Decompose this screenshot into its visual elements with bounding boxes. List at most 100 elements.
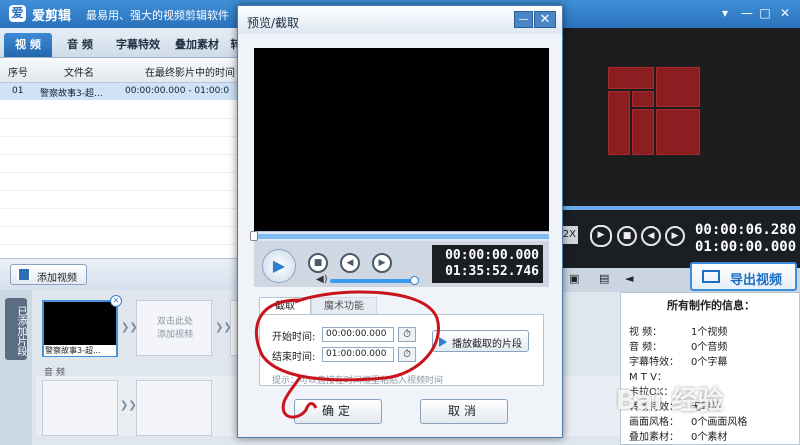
grid-line [0, 208, 250, 209]
grid-line [0, 118, 250, 119]
info-row: 字幕特效： 0个字幕 [629, 357, 728, 368]
seek-fill [254, 234, 549, 239]
video-frame-logo [608, 67, 700, 155]
info-row: 叠加素材： 0个素材 [629, 432, 728, 443]
app-logo: 爱 [9, 5, 26, 22]
info-title: 所有制作的信息： [667, 299, 755, 312]
clip-label: 警察故事3-超... [44, 345, 116, 356]
added-clips-tab[interactable]: 已添加片段 [5, 298, 27, 360]
next-frame-icon[interactable]: ▶ [665, 226, 685, 246]
play-button[interactable]: ▶ [262, 249, 296, 283]
preview-capture-dialog: 预览/截取 — ✕ ▶ ■ ◀ ▶ ◀) 00:00:00.000 01:35:… [237, 5, 563, 438]
audio-placeholder[interactable] [136, 380, 212, 436]
chevron-right-icon: ❯❯ [120, 400, 137, 411]
volume-handle[interactable] [410, 276, 419, 285]
clip-remove-icon[interactable]: ✕ [110, 295, 122, 307]
clock-icon[interactable]: ⏱ [398, 347, 416, 362]
prev-frame-icon[interactable]: ◀ [641, 226, 661, 246]
row-time: 00:00:00.000 - 01:00:0 [125, 86, 230, 96]
time-total: 01:00:00.000 [695, 239, 797, 255]
film-icon [17, 269, 31, 280]
info-row: 音 频： 0个音频 [629, 342, 728, 353]
tab-video[interactable]: 视 频 [4, 33, 52, 57]
add-video-bar: 添加视频 [0, 258, 250, 290]
grid-line [0, 226, 250, 227]
main-tab-bar: 视 频 音 频 字幕特效 叠加素材 转 [0, 28, 250, 58]
info-row: 视 频： 1个视频 [629, 327, 728, 338]
add-video-label: 添加视频 [37, 273, 77, 284]
close-icon[interactable]: ✕ [776, 4, 794, 22]
header-time[interactable]: 在最终影片中的时间 [145, 64, 235, 79]
add-video-button[interactable]: 添加视频 [10, 264, 87, 285]
dialog-time-display: 00:00:00.000 01:35:52.746 [432, 245, 543, 283]
project-icon[interactable]: ▤ [599, 272, 609, 285]
grid-line [0, 154, 250, 155]
speed-button[interactable]: 2X [561, 226, 578, 244]
dialog-seek-bar[interactable] [250, 231, 549, 241]
time-current: 00:00:06.280 [695, 222, 797, 238]
seek-bar[interactable] [561, 206, 800, 210]
grid-line [0, 190, 250, 191]
dialog-video-preview [254, 48, 549, 231]
row-filename: 警察故事3-超... [40, 89, 103, 99]
minimize-icon[interactable]: — [514, 11, 533, 28]
dialog-player-controls: ▶ ■ ◀ ▶ ◀) 00:00:00.000 01:35:52.746 [254, 241, 549, 287]
ok-button[interactable]: 确定 [294, 399, 382, 424]
header-filename[interactable]: 文件名 [64, 64, 94, 79]
minimize-icon[interactable]: — [738, 4, 756, 22]
list-header: 序号 文件名 在最终影片中的时间 [0, 58, 250, 83]
seek-handle[interactable] [250, 231, 258, 241]
stop-icon[interactable]: ■ [617, 226, 637, 246]
app-slogan: 最易用、强大的视频剪辑软件 [86, 9, 229, 22]
play-segment-button[interactable]: 播放截取的片段 [432, 330, 529, 352]
grid-line [0, 136, 250, 137]
volume-icon[interactable]: ◄ [625, 272, 633, 285]
start-time-label: 开始时间: [272, 332, 316, 343]
export-video-button[interactable]: 导出视频 [690, 262, 797, 291]
clip-thumbnail[interactable]: 警察故事3-超... ✕ [42, 295, 122, 357]
start-time-input[interactable]: 00:00:00.000 [322, 327, 394, 342]
main-player-controls: 2X ▶ ■ ◀ ▶ 00:00:06.280 01:00:00.000 [561, 200, 800, 268]
prev-frame-button[interactable]: ◀ [340, 253, 360, 273]
export-icon [702, 270, 720, 283]
play-segment-label: 播放截取的片段 [452, 339, 522, 350]
next-frame-button[interactable]: ▶ [372, 253, 392, 273]
cancel-button[interactable]: 取消 [420, 399, 508, 424]
tab-magic[interactable]: 魔术功能 [311, 297, 377, 315]
app-name: 爱剪辑 [32, 9, 72, 24]
clock-icon[interactable]: ⏱ [398, 327, 416, 342]
play-icon [439, 337, 447, 347]
dialog-title: 预览/截取 [247, 16, 300, 30]
maximize-icon[interactable]: □ [756, 4, 774, 22]
time-display: 00:00:06.280 01:00:00.000 [695, 222, 796, 256]
watermark: Bai 经验 [616, 386, 724, 416]
clip-placeholder[interactable]: 双击此处 添加视频 [136, 300, 212, 356]
skin-icon[interactable]: ▾ [716, 4, 734, 22]
audio-placeholder[interactable] [42, 380, 118, 436]
hint-text: 提示：可以直接在时间框里粘贴入视频时间 [272, 376, 444, 386]
dialog-time-total: 01:35:52.746 [445, 264, 539, 279]
grid-line [0, 172, 250, 173]
end-time-label: 结束时间: [272, 352, 316, 363]
tab-overlay[interactable]: 叠加素材 [170, 33, 224, 57]
close-icon[interactable]: ✕ [534, 11, 556, 28]
play-icon[interactable]: ▶ [590, 225, 612, 247]
video-list: 序号 文件名 在最终影片中的时间 01 警察故事3-超... 00:00:00.… [0, 58, 250, 258]
project-info-panel: 所有制作的信息： 视 频： 1个视频 音 频： 0个音频 字幕特效： 0个字幕 M T… [620, 292, 800, 445]
export-label: 导出视频 [730, 273, 783, 288]
save-icon[interactable]: ▣ [569, 272, 579, 285]
header-index[interactable]: 序号 [8, 64, 28, 79]
main-preview [561, 28, 800, 200]
end-time-input[interactable]: 01:00:00.000 [322, 347, 394, 362]
table-row[interactable]: 01 警察故事3-超... 00:00:00.000 - 01:00:0 [0, 83, 250, 100]
dialog-time-current: 00:00:00.000 [445, 248, 539, 263]
clips-sidebar: 已添加片段 [0, 290, 32, 445]
tab-capture[interactable]: 截取 [259, 297, 311, 315]
volume-icon[interactable]: ◀) [316, 274, 328, 285]
volume-slider[interactable] [330, 279, 414, 283]
stop-button[interactable]: ■ [308, 253, 328, 273]
tab-subtitle-effects[interactable]: 字幕特效 [110, 33, 166, 57]
tab-audio[interactable]: 音 频 [58, 33, 102, 57]
placeholder-text: 双击此处 添加视频 [156, 317, 193, 340]
row-index: 01 [12, 86, 24, 96]
